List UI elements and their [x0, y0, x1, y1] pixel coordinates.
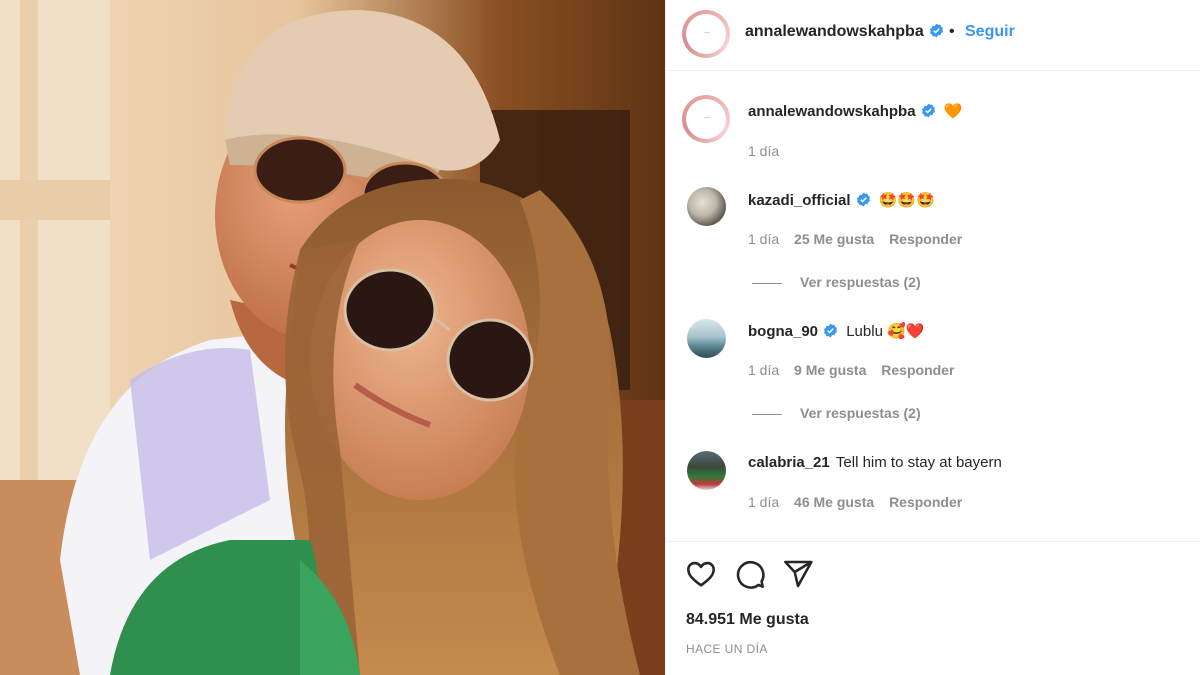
comment-likes[interactable]: 9 Me gusta: [794, 362, 866, 378]
author-username[interactable]: annalewandowskahpba: [745, 23, 924, 40]
reply-button[interactable]: Responder: [889, 231, 962, 247]
post-actions: 84.951 Me gusta HACE UN DÍA: [666, 550, 1200, 675]
comment-row: kazadi_official 🤩🤩🤩: [748, 191, 935, 209]
post-header: ⌒ annalewandowskahpba • Seguir: [666, 0, 1200, 71]
caption-row: annalewandowskahpba 🧡: [748, 102, 962, 120]
caption-text: 🧡: [943, 103, 963, 120]
view-replies-label: Ver respuestas (2): [800, 274, 921, 290]
replies-divider: [752, 282, 782, 284]
comment-avatar[interactable]: [687, 319, 726, 358]
author-username-link[interactable]: annalewandowskahpba: [745, 23, 944, 41]
comment-username[interactable]: kazadi_official: [748, 192, 851, 209]
post-timestamp[interactable]: HACE UN DÍA: [686, 642, 768, 656]
comment-likes[interactable]: 46 Me gusta: [794, 494, 874, 510]
likes-count[interactable]: 84.951 Me gusta: [686, 611, 809, 629]
comment-text: 🤩🤩🤩: [878, 192, 935, 209]
caption-avatar[interactable]: ⌒: [682, 95, 730, 143]
comment-username[interactable]: bogna_90: [748, 323, 818, 340]
comment-username[interactable]: calabria_21: [748, 454, 830, 471]
view-replies-label: Ver respuestas (2): [800, 405, 921, 421]
view-replies-button[interactable]: Ver respuestas (2): [752, 274, 921, 290]
comment-text: Lublu 🥰❤️: [846, 323, 925, 340]
reply-button[interactable]: Responder: [889, 494, 962, 510]
comment-row: calabria_21 Tell him to stay at bayern: [748, 454, 1002, 471]
verified-badge-icon: [856, 192, 870, 207]
comment-meta: 1 día 46 Me gusta Responder: [748, 494, 973, 510]
comments-section: ⌒ annalewandowskahpba 🧡 1 día kazadi_off…: [666, 72, 1200, 542]
heart-icon[interactable]: [685, 558, 717, 590]
comment-row: bogna_90 Lublu 🥰❤️: [748, 322, 924, 340]
comment-icon[interactable]: [734, 558, 766, 590]
author-avatar[interactable]: ⌒: [682, 10, 730, 58]
selfie-photo: [0, 0, 665, 675]
post-photo[interactable]: [0, 0, 665, 675]
replies-divider: [752, 413, 782, 415]
comment-time[interactable]: 1 día: [748, 362, 779, 378]
comment-text: Tell him to stay at bayern: [835, 454, 1002, 471]
post-sidebar: ⌒ annalewandowskahpba • Seguir ⌒ annalew…: [665, 0, 1200, 675]
verified-badge-icon: [921, 103, 935, 118]
comment-avatar[interactable]: [687, 187, 726, 226]
caption-username[interactable]: annalewandowskahpba: [748, 103, 916, 120]
reply-button[interactable]: Responder: [881, 362, 954, 378]
comment-likes[interactable]: 25 Me gusta: [794, 231, 874, 247]
comment-time[interactable]: 1 día: [748, 494, 779, 510]
avatar-logo: ⌒: [702, 31, 709, 39]
comment-meta: 1 día 25 Me gusta Responder: [748, 231, 973, 247]
share-icon[interactable]: [782, 558, 814, 590]
view-replies-button[interactable]: Ver respuestas (2): [752, 405, 921, 421]
avatar-logo: ⌒: [702, 116, 709, 124]
verified-badge-icon: [929, 23, 943, 38]
caption-time[interactable]: 1 día: [748, 143, 779, 159]
header-separator: •: [949, 23, 955, 40]
follow-button[interactable]: Seguir: [965, 23, 1015, 41]
caption-meta: 1 día: [748, 143, 790, 159]
verified-badge-icon: [824, 323, 837, 338]
comment-time[interactable]: 1 día: [748, 231, 779, 247]
comment-avatar[interactable]: [687, 451, 726, 490]
comment-meta: 1 día 9 Me gusta Responder: [748, 362, 965, 378]
